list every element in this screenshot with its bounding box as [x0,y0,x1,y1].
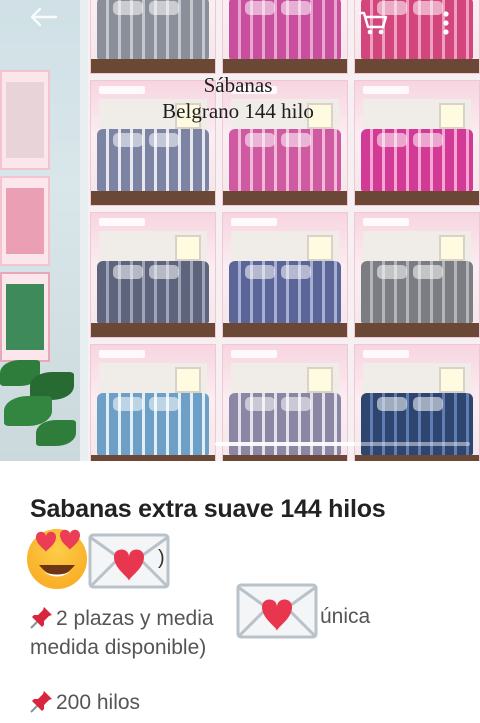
product-box [0,176,50,266]
sheet-set-tile [90,344,216,461]
sheet-set-tile [90,0,216,74]
more-vertical-icon[interactable] [438,10,454,36]
line-2-end: única [320,605,371,628]
sheet-collage [88,0,480,461]
product-box [0,272,50,362]
product-image[interactable] [88,0,480,461]
sheet-set-tile [90,212,216,338]
line-2-start: 2 plazas y media [56,607,214,630]
post-line-3: medida disponible) [30,636,207,659]
image-carousel[interactable]: Sábanas Belgrano 144 hilo [0,0,480,461]
leaf-decoration [36,420,76,446]
pushpin-icon [30,607,52,629]
post-line-2: 2 plazas y media [30,605,214,631]
caption-line-2: Belgrano 144 hilo [162,99,314,123]
image-pager [215,442,470,446]
sheet-set-tile [354,212,480,338]
line-4-text: 200 hilos [56,691,141,714]
post-content: Sabanas extra suave 144 hilos ) 2 plazas… [0,461,480,723]
image-caption: Sábanas Belgrano 144 hilo [88,72,388,124]
post-line-4: 200 hilos [30,689,140,715]
shopping-cart-icon[interactable] [358,10,388,36]
image-gap [80,0,88,461]
pager-indicator [215,442,356,446]
sheet-set-tile [222,0,348,74]
post-title: Sabanas extra suave 144 hilos [30,495,386,523]
pushpin-icon [30,691,52,713]
caption-line-1: Sábanas [203,73,273,97]
previous-image-preview[interactable] [0,0,80,461]
sheet-set-tile [222,212,348,338]
product-box [0,70,50,170]
back-arrow-icon[interactable] [28,6,58,28]
heart-eyes-emoji-icon [27,529,87,589]
love-letter-icon [236,583,318,639]
text-fragment: ) [158,547,165,569]
